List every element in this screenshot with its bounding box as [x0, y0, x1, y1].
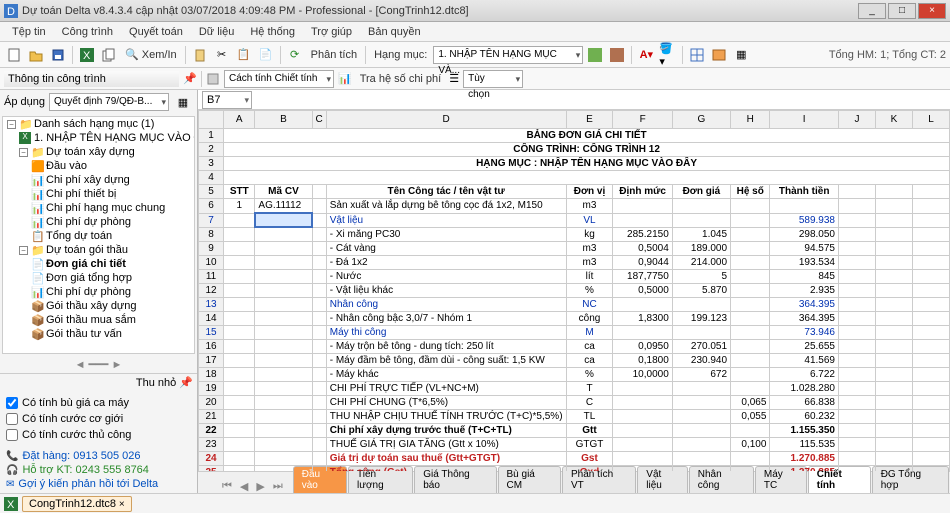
trahe-icon[interactable]: 📊 [338, 72, 352, 85]
clipboard-icon[interactable] [190, 45, 210, 65]
save-icon[interactable] [48, 45, 68, 65]
tree-view[interactable]: −📁Danh sách hạng mục (1) X1. NHẬP TÊN HẠ… [2, 116, 195, 354]
new-icon[interactable] [4, 45, 24, 65]
document-tabs: X CongTrinh12.dtc8 × [0, 493, 950, 513]
hangmuc-combo[interactable]: 1. NHẬP TÊN HẠNG MỤC VÀ... [433, 46, 583, 64]
hangmuc-label: Hạng mục: [370, 49, 431, 61]
tab-nav-next[interactable]: ▶ [252, 480, 268, 493]
refresh-icon[interactable]: ⟳ [285, 45, 305, 65]
tree-dgct: Đơn giá chi tiết [46, 258, 126, 270]
window-title: Dự toán Delta v8.4.3.4 cập nhật 03/07/20… [22, 5, 856, 17]
tb-icon2[interactable] [607, 45, 627, 65]
tree-gtms: Gói thầu mua sắm [46, 314, 136, 326]
xemin-label[interactable]: 🔍 Xem/In [121, 48, 181, 61]
menu-dulieu[interactable]: Dữ liệu [191, 24, 243, 40]
maximize-button[interactable]: □ [888, 3, 916, 19]
tree-root: Danh sách hạng mục (1) [34, 118, 154, 130]
check-cuocthucong[interactable]: Có tính cước thủ công [6, 427, 191, 443]
doctab-file[interactable]: CongTrinh12.dtc8 × [22, 496, 132, 512]
toolbar-main: X 🔍 Xem/In ✂ 📋 📄 ⟳ Phân tích Hạng mục: 1… [0, 42, 950, 68]
thunho-link[interactable]: Thu nhỏ [136, 377, 176, 389]
tree-gttv: Gói thầu tư vấn [46, 328, 122, 340]
svg-text:X: X [83, 50, 91, 62]
svg-text:X: X [7, 499, 15, 511]
menu-teptin[interactable]: Tệp tin [4, 24, 54, 40]
app-icon: D [4, 4, 18, 18]
tree-hm1: 1. NHẬP TÊN HẠNG MỤC VÀO ĐÂY [34, 132, 195, 144]
contact-hotro[interactable]: 🎧 Hỗ trợ KT: 0243 555 8764 [6, 463, 191, 477]
doctab-excel-icon: X [4, 497, 18, 511]
tree-cphmc: Chi phí hạng mục chung [46, 202, 165, 214]
cachtinh-combo[interactable]: Cách tính Chiết tính [224, 70, 334, 88]
tab-nav-last[interactable]: ⏭ [269, 480, 287, 493]
filter-icon[interactable] [709, 45, 729, 65]
close-button[interactable]: × [918, 3, 946, 19]
tree-cpxd: Chi phí xây dựng [46, 174, 130, 186]
trahe-label[interactable]: Tra hệ số chi phí [356, 73, 446, 85]
left-panel: Áp dụng Quyết định 79/QĐ-B... ▦ −📁Danh s… [0, 90, 198, 493]
menubar: Tệp tin Công trình Quyết toán Dữ liệu Hệ… [0, 22, 950, 42]
fontcolor-icon[interactable]: A▾ [636, 45, 656, 65]
tree-cpdp: Chi phí dự phòng [46, 216, 131, 228]
tree-cpdp2: Chi phí dự phòng [46, 286, 131, 298]
cut-icon[interactable]: ✂ [212, 45, 232, 65]
sheet-tabs: ⏮ ◀ ▶ ⏭ Đầu vàoTiên lượngGiá Thông báoBù… [198, 471, 950, 493]
phantich-label[interactable]: Phân tích [307, 49, 361, 61]
tb-icon1[interactable] [585, 45, 605, 65]
toolbar-secondary: Thông tin công trình 📌 Cách tính Chiết t… [0, 68, 950, 90]
formula-bar: B7 [198, 90, 950, 110]
tree-cptb: Chi phí thiết bị [46, 188, 116, 200]
settings-icon[interactable]: ▦ [731, 45, 751, 65]
tab-nav-prev[interactable]: ◀ [236, 480, 252, 493]
panel-header: Thông tin công trình [4, 71, 179, 87]
spreadsheet[interactable]: ABCDEFGHIJKL1BẢNG ĐƠN GIÁ CHI TIẾT2CÔNG … [198, 110, 950, 471]
apdung-label: Áp dụng [4, 96, 45, 108]
tree-dgth: Đơn giá tổng hợp [46, 272, 132, 284]
menu-hethong[interactable]: Hệ thống [242, 24, 303, 40]
contact-goiy[interactable]: ✉ Gợi ý kiến phản hồi tới Delta [6, 477, 191, 491]
menu-quyettoan[interactable]: Quyết toán [121, 24, 191, 40]
titlebar: D Dự toán Delta v8.4.3.4 cập nhật 03/07/… [0, 0, 950, 22]
check-cuoccogioi[interactable]: Có tính cước cơ giới [6, 411, 191, 427]
tree-gtxd: Gói thầu xây dựng [46, 300, 137, 312]
panel-pin-icon[interactable]: 📌 [179, 72, 201, 85]
apdung-combo[interactable]: Quyết định 79/QĐ-B... [49, 93, 169, 111]
tree-dtxd: Dự toán xây dựng [46, 146, 135, 158]
excel-icon[interactable]: X [77, 45, 97, 65]
paste-icon[interactable]: 📄 [256, 45, 276, 65]
copy2-icon[interactable]: 📋 [234, 45, 254, 65]
fillcolor-icon[interactable]: 🪣▾ [658, 45, 678, 65]
cachtinh-icon[interactable] [206, 72, 220, 86]
check-bugia[interactable]: Có tính bù giá ca máy [6, 395, 191, 411]
summary-text: Tổng HM: 1; Tổng CT: 2 [829, 49, 946, 61]
menu-banquyen[interactable]: Bản quyền [360, 24, 429, 40]
open-icon[interactable] [26, 45, 46, 65]
table-icon[interactable] [687, 45, 707, 65]
cell-ref-box[interactable]: B7 [202, 91, 252, 109]
apdung-btn-icon[interactable]: ▦ [173, 92, 193, 112]
svg-text:D: D [7, 6, 15, 18]
tuychon-combo[interactable]: Tùy chọn [463, 70, 523, 88]
copy-icon[interactable] [99, 45, 119, 65]
contact-dathang[interactable]: 📞 Đặt hàng: 0913 505 026 [6, 449, 191, 463]
tree-dauvao: Đầu vào [46, 160, 87, 172]
tab-nav-first[interactable]: ⏮ [218, 480, 236, 493]
minimize-button[interactable]: _ [858, 3, 886, 19]
tree-tongdt: Tổng dự toán [46, 230, 112, 242]
menu-trogiup[interactable]: Trợ giúp [303, 24, 360, 40]
tree-dtgt: Dự toán gói thầu [46, 244, 128, 256]
menu-congtrinh[interactable]: Công trình [54, 24, 121, 40]
